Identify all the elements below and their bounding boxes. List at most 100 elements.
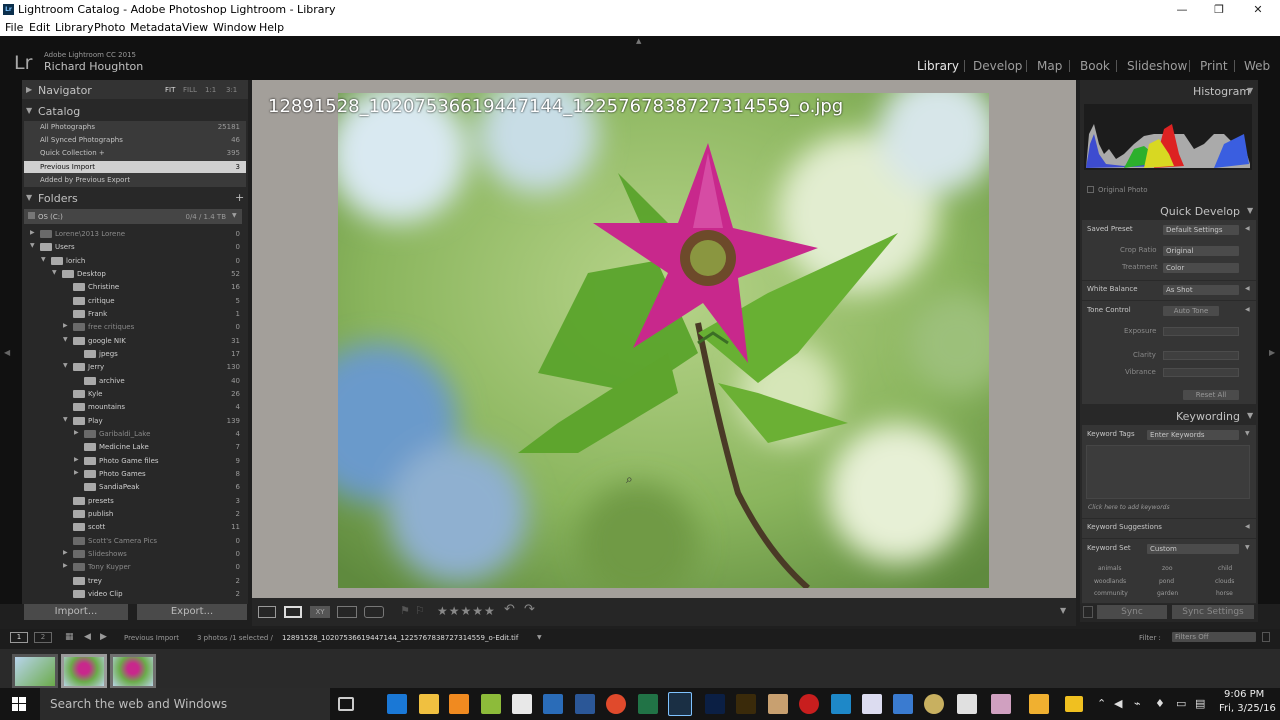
star-rating[interactable]: ★★★★★ <box>437 604 496 618</box>
app-icon[interactable] <box>799 694 819 714</box>
menu-edit[interactable]: Edit <box>29 21 50 34</box>
folder-disclosure-icon[interactable]: ▶ <box>74 469 79 476</box>
loupe-view-icon[interactable] <box>284 606 302 618</box>
app-icon[interactable] <box>991 694 1011 714</box>
folder-item[interactable]: Photo Games <box>99 470 146 483</box>
catalog-item-quick-collection[interactable]: Quick Collection + <box>40 149 105 157</box>
folder-item[interactable]: Scott's Camera Pics <box>88 537 157 550</box>
grid-icon[interactable]: ▦ <box>65 632 75 642</box>
chrome-icon[interactable] <box>606 694 626 714</box>
folder-disclosure-icon[interactable]: ▼ <box>63 362 68 369</box>
folder-item[interactable]: video Clip <box>88 590 123 603</box>
exposure-stepper[interactable] <box>1163 327 1239 336</box>
expand-triangle-icon[interactable]: ▼ <box>26 106 32 115</box>
folder-item[interactable]: Users <box>55 243 75 256</box>
folder-item[interactable]: Tony Kuyper <box>88 563 131 576</box>
grid-view-icon[interactable] <box>258 606 276 618</box>
module-book[interactable]: Book <box>1080 59 1110 73</box>
white-balance-dropdown[interactable]: As Shot <box>1163 285 1239 295</box>
excel-icon[interactable] <box>638 694 658 714</box>
expand-triangle-icon[interactable]: ▼ <box>1245 544 1250 551</box>
menu-view[interactable]: View <box>182 21 208 34</box>
catalog-item-all-photographs[interactable]: All Photographs <box>40 123 95 131</box>
folder-disclosure-icon[interactable]: ▼ <box>41 256 46 263</box>
catalog-item-added-by-export[interactable]: Added by Previous Export <box>40 176 130 184</box>
saved-preset-dropdown[interactable]: Default Settings <box>1163 225 1239 235</box>
photo-preview[interactable] <box>338 93 989 588</box>
filmstrip-thumbnail[interactable] <box>12 654 58 689</box>
keyword-chip[interactable]: horse <box>1216 590 1233 597</box>
original-photo-checkbox[interactable] <box>1087 186 1094 193</box>
windows-start-icon[interactable] <box>12 696 26 711</box>
zoom-fit[interactable]: FIT <box>165 86 175 94</box>
app-icon[interactable] <box>481 694 501 714</box>
word-icon[interactable] <box>575 694 595 714</box>
folder-item[interactable]: Play <box>88 417 103 430</box>
bridge-icon[interactable] <box>736 694 756 714</box>
module-slideshow[interactable]: Slideshow <box>1127 59 1187 73</box>
collapse-triangle-icon[interactable]: ▼ <box>1247 411 1253 420</box>
collapse-triangle-icon[interactable]: ▼ <box>1247 206 1253 215</box>
folder-item[interactable]: free critiques <box>88 323 134 336</box>
folder-item[interactable]: jpegs <box>99 350 118 363</box>
folder-item[interactable]: SandiaPeak <box>99 483 139 496</box>
folder-item[interactable]: critique <box>88 297 115 310</box>
filter-lock-icon[interactable] <box>1262 632 1270 642</box>
menu-library[interactable]: Library <box>55 21 93 34</box>
clock-time[interactable]: 9:06 PM <box>1224 689 1264 700</box>
keyword-chip[interactable]: zoo <box>1162 565 1173 572</box>
menu-metadata[interactable]: Metadata <box>130 21 182 34</box>
clock-date[interactable]: Fri, 3/25/16 <box>1219 703 1276 714</box>
expand-triangle-icon[interactable]: ▼ <box>1245 430 1250 437</box>
menu-window[interactable]: Window <box>213 21 256 34</box>
zoom-fill[interactable]: FILL <box>183 86 197 94</box>
rotate-left-icon[interactable]: ↶ <box>504 602 515 617</box>
window-1-button[interactable]: 1 <box>10 632 28 643</box>
clarity-stepper[interactable] <box>1163 351 1239 360</box>
network-icon[interactable]: ⌁ <box>1134 697 1141 710</box>
photoshop-icon[interactable] <box>705 694 725 714</box>
vibrance-stepper[interactable] <box>1163 368 1239 377</box>
app-icon[interactable] <box>768 694 788 714</box>
app-icon[interactable] <box>957 694 977 714</box>
keyword-chip[interactable]: woodlands <box>1094 578 1126 585</box>
folder-item[interactable]: Kyle <box>88 390 102 403</box>
keyword-set-dropdown[interactable]: Custom <box>1147 544 1239 554</box>
close-button[interactable]: ✕ <box>1238 0 1278 20</box>
folder-item[interactable]: Photo Game files <box>99 457 159 470</box>
lightroom-taskbar-icon[interactable] <box>668 692 692 716</box>
menu-file[interactable]: File <box>5 21 23 34</box>
expand-triangle-icon[interactable]: ◀ <box>1245 306 1250 313</box>
folder-item[interactable]: publish <box>88 510 113 523</box>
folder-item[interactable]: Jerry <box>88 363 104 376</box>
keyword-chip[interactable]: community <box>1094 590 1128 597</box>
task-view-icon[interactable] <box>338 697 354 711</box>
app-icon[interactable] <box>862 694 882 714</box>
folder-disclosure-icon[interactable]: ▶ <box>30 229 35 236</box>
catalog-item-previous-import[interactable]: Previous Import <box>40 163 95 171</box>
menu-photo[interactable]: Photo <box>94 21 125 34</box>
filmstrip-source[interactable]: Previous Import <box>124 634 179 642</box>
expand-triangle-icon[interactable]: ◀ <box>1245 285 1250 292</box>
filmstrip-thumbnail[interactable] <box>110 654 156 689</box>
people-view-icon[interactable] <box>364 606 384 618</box>
folder-disclosure-icon[interactable]: ▶ <box>74 429 79 436</box>
folder-item[interactable]: mountains <box>88 403 125 416</box>
treatment-dropdown[interactable]: Color <box>1163 263 1239 273</box>
folder-item[interactable]: presets <box>88 497 114 510</box>
volume-menu-icon[interactable]: ▼ <box>232 212 237 219</box>
collapse-right-icon[interactable]: ▶ <box>1269 348 1275 357</box>
forward-arrow-icon[interactable]: ▶ <box>100 632 107 642</box>
collapse-left-icon[interactable]: ◀ <box>4 348 10 357</box>
folder-item[interactable]: google NIK <box>88 337 126 350</box>
folder-item[interactable]: Lorene\2013 Lorene <box>55 230 125 243</box>
warning-icon[interactable] <box>1065 696 1083 712</box>
reset-all-button[interactable]: Reset All <box>1183 390 1239 400</box>
app-icon[interactable] <box>831 694 851 714</box>
module-print[interactable]: Print <box>1200 59 1228 73</box>
folder-disclosure-icon[interactable]: ▶ <box>63 549 68 556</box>
sync-button[interactable]: Sync <box>1097 605 1167 619</box>
keyword-chip[interactable]: child <box>1218 565 1232 572</box>
filename-menu-icon[interactable]: ▼ <box>537 634 542 641</box>
module-map[interactable]: Map <box>1037 59 1062 73</box>
